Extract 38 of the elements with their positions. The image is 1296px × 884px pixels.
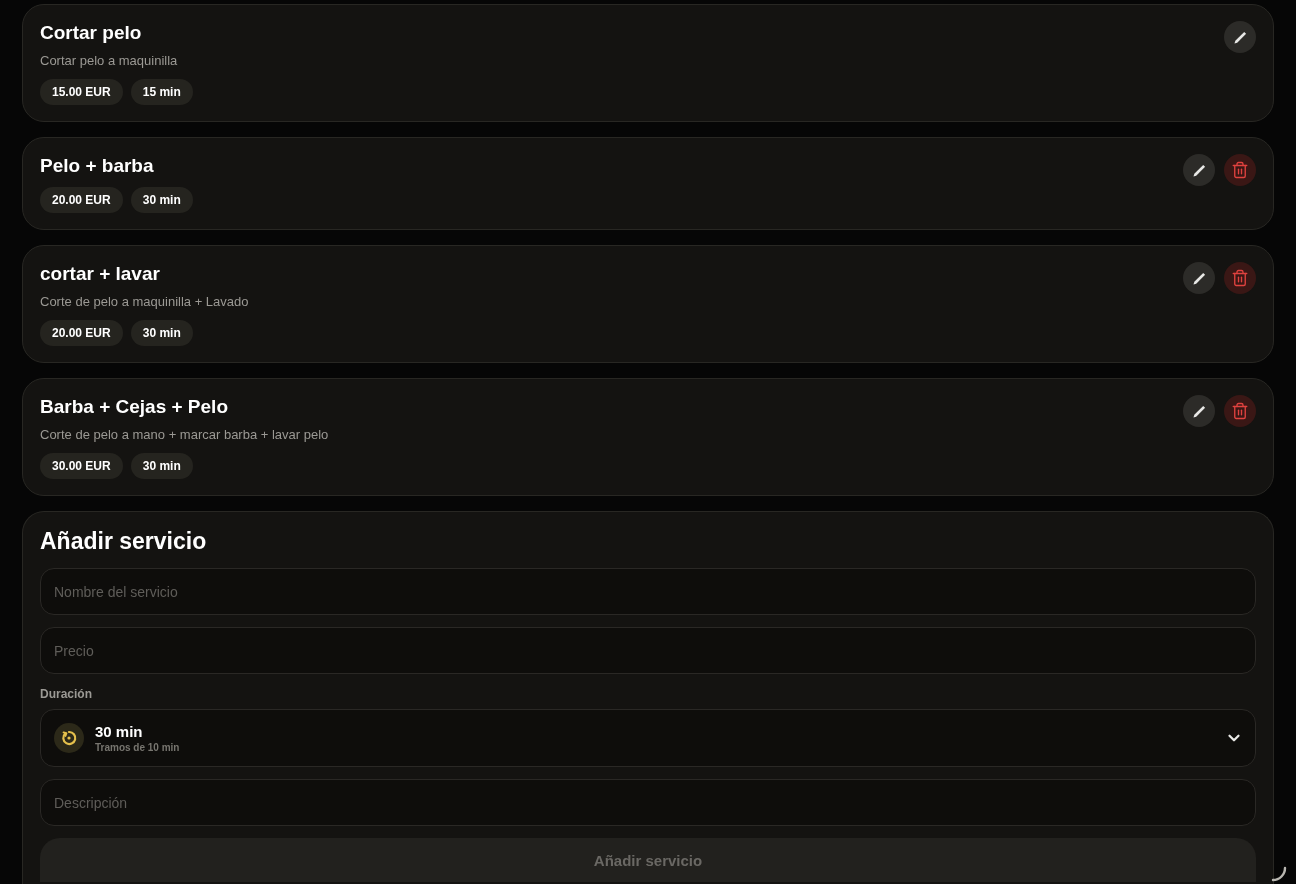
- delete-button[interactable]: [1224, 262, 1256, 294]
- duration-tag: 15 min: [130, 79, 193, 105]
- price-tag: 20.00 EUR: [40, 187, 123, 213]
- edit-button[interactable]: [1183, 395, 1215, 427]
- price-tag: 15.00 EUR: [40, 79, 123, 105]
- input-field[interactable]: Precio: [40, 627, 1256, 674]
- pencil-icon: [1191, 270, 1207, 286]
- delete-button[interactable]: [1224, 154, 1256, 186]
- duration-tag: 30 min: [130, 320, 193, 346]
- service-description: Corte de pelo a mano + marcar barba + lavar pelo: [40, 426, 329, 444]
- select-value: 30 min: [95, 722, 144, 741]
- spinner-icon: [1271, 866, 1287, 882]
- form-title: Añadir servicio: [40, 527, 208, 555]
- service-description: Corte de pelo a maquinilla + Lavado: [40, 293, 249, 311]
- pencil-icon: [1191, 162, 1207, 178]
- pencil-icon: [1191, 403, 1207, 419]
- service-name: cortar + lavar: [40, 262, 161, 286]
- delete-button[interactable]: [1224, 395, 1256, 427]
- duration-tag: 30 min: [130, 187, 193, 213]
- duration-select[interactable]: 30 min Tramos de 10 min: [40, 709, 1256, 767]
- field-label: Duración: [40, 686, 93, 702]
- price-tag: 30.00 EUR: [40, 453, 123, 479]
- input-field[interactable]: Nombre del servicio: [40, 568, 1256, 615]
- service-name: Cortar pelo: [40, 21, 143, 45]
- input-field[interactable]: Descripción: [40, 779, 1256, 826]
- price-tag: 20.00 EUR: [40, 320, 123, 346]
- edit-button[interactable]: [1224, 21, 1256, 53]
- service-description: Cortar pelo a maquinilla: [40, 52, 179, 70]
- edit-button[interactable]: [1183, 154, 1215, 186]
- pencil-icon: [1232, 29, 1248, 45]
- duration-tag: 30 min: [130, 453, 193, 479]
- trash-icon: [1231, 402, 1249, 420]
- trash-icon: [1231, 269, 1249, 287]
- service-name: Barba + Cejas + Pelo: [40, 395, 229, 419]
- trash-icon: [1231, 161, 1249, 179]
- service-name: Pelo + barba: [40, 154, 155, 178]
- edit-button[interactable]: [1183, 262, 1215, 294]
- select-hint: Tramos de 10 min: [95, 740, 180, 754]
